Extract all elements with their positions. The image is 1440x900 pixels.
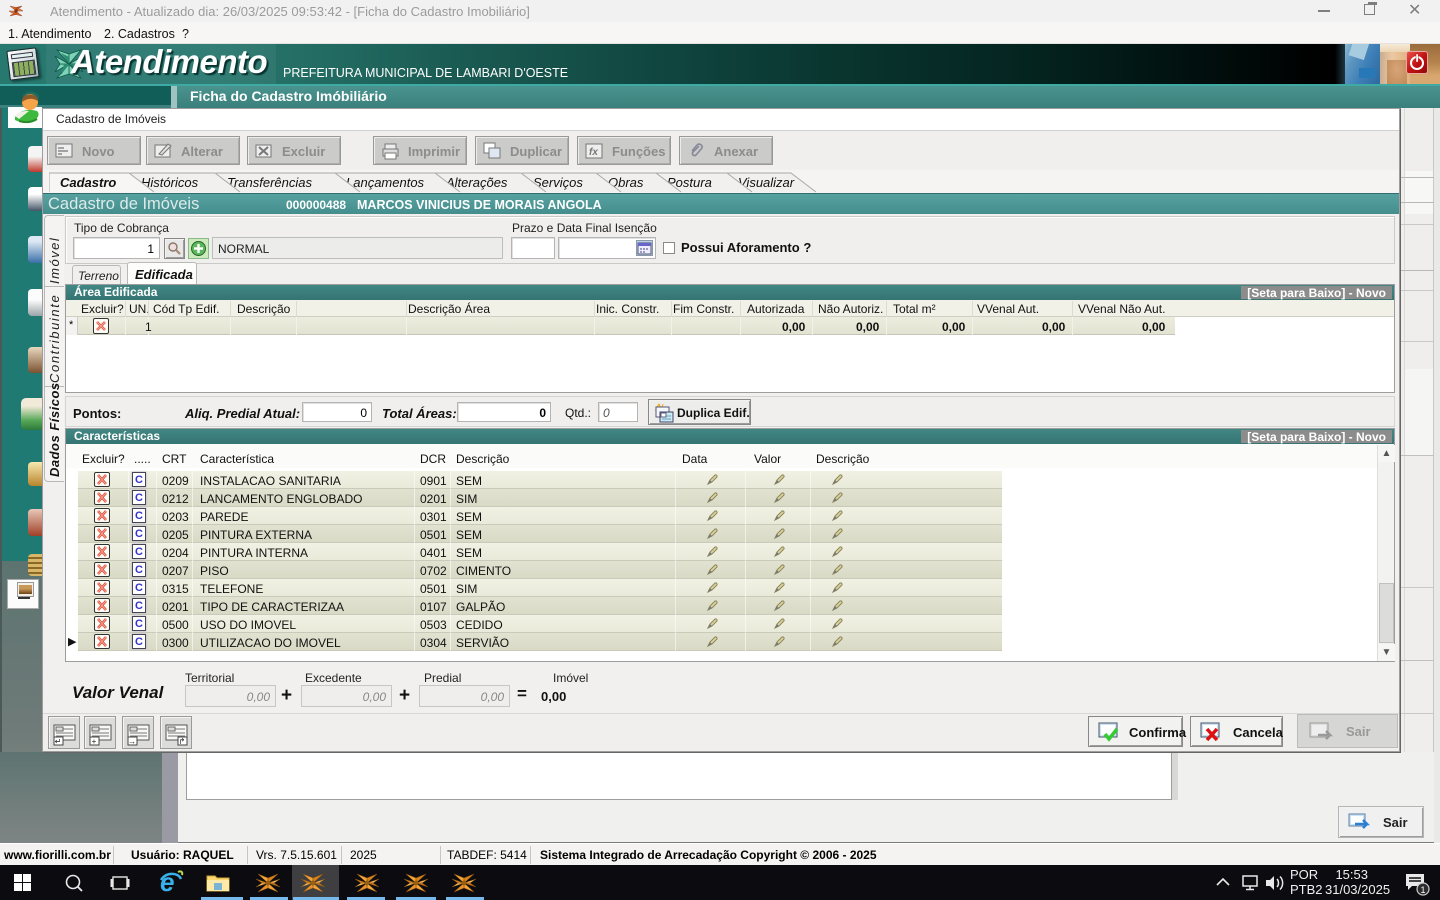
svg-text:↵: ↵ — [55, 737, 62, 746]
svg-text:1: 1 — [1420, 885, 1425, 895]
svg-text:↱: ↱ — [179, 737, 186, 746]
svg-text:→: → — [128, 737, 136, 746]
svg-text:+: + — [92, 737, 97, 746]
svg-text:fx: fx — [589, 147, 598, 158]
